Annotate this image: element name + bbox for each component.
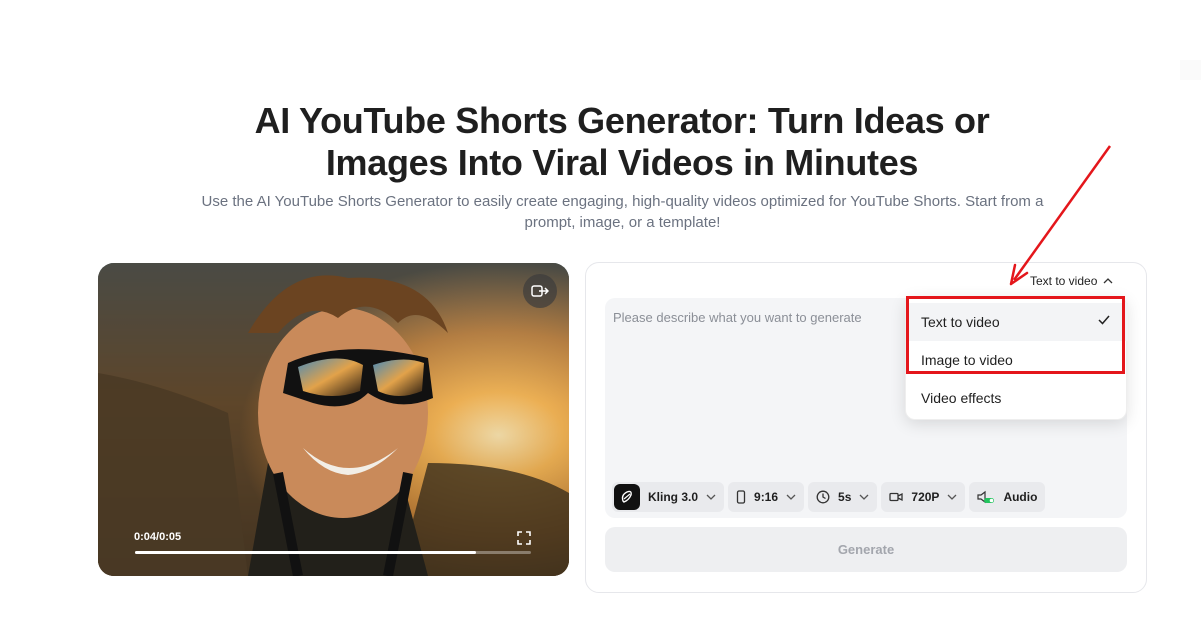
options-toolbar: Kling 3.0 9:16 5s 720P Audio bbox=[612, 482, 1046, 512]
page-title-line-2: Images Into Viral Videos in Minutes bbox=[325, 142, 919, 183]
aspect-ratio-label: 9:16 bbox=[754, 490, 779, 504]
prompt-placeholder: Please describe what you want to generat… bbox=[613, 310, 862, 325]
video-progress-fill bbox=[135, 551, 476, 554]
chevron-down-icon bbox=[786, 494, 796, 500]
video-preview[interactable]: 0:04/0:05 bbox=[98, 263, 569, 576]
edge-shadow bbox=[1180, 60, 1201, 80]
model-label: Kling 3.0 bbox=[648, 490, 699, 504]
page-subtitle: Use the AI YouTube Shorts Generator to e… bbox=[201, 193, 1044, 231]
menu-item-video-effects[interactable]: Video effects bbox=[906, 379, 1128, 417]
duration-label: 5s bbox=[838, 490, 852, 504]
resolution-label: 720P bbox=[911, 490, 940, 504]
highlight-annotation bbox=[906, 296, 1125, 374]
chevron-down-icon bbox=[947, 494, 957, 500]
mode-select-label: Text to video bbox=[1030, 274, 1098, 288]
video-frame-image bbox=[98, 263, 569, 576]
fullscreen-icon[interactable] bbox=[517, 531, 531, 545]
page-title-line-1: AI YouTube Shorts Generator: Turn Ideas … bbox=[254, 100, 990, 141]
clock-icon bbox=[816, 490, 830, 504]
model-select[interactable]: Kling 3.0 bbox=[612, 482, 725, 512]
duration-select[interactable]: 5s bbox=[808, 482, 878, 512]
video-camera-icon bbox=[889, 492, 904, 502]
kling-logo-icon bbox=[614, 484, 640, 510]
page-title: AI YouTube Shorts Generator: Turn Ideas … bbox=[0, 100, 1201, 184]
resolution-select[interactable]: 720P bbox=[881, 482, 966, 512]
video-time: 0:04/0:05 bbox=[134, 531, 182, 543]
video-progress-bar[interactable] bbox=[135, 551, 531, 554]
chevron-up-icon bbox=[1103, 278, 1113, 284]
speaker-icon bbox=[977, 490, 995, 504]
audio-toggle[interactable]: Audio bbox=[969, 482, 1046, 512]
chevron-down-icon bbox=[706, 494, 716, 500]
generate-button[interactable]: Generate bbox=[605, 527, 1127, 572]
mode-select[interactable]: Text to video bbox=[1030, 272, 1113, 290]
aspect-ratio-select[interactable]: 9:16 bbox=[728, 482, 805, 512]
audio-label: Audio bbox=[1003, 490, 1038, 504]
swap-icon[interactable] bbox=[523, 274, 557, 308]
chevron-down-icon bbox=[859, 494, 869, 500]
phone-icon bbox=[736, 490, 746, 504]
menu-item-label: Video effects bbox=[921, 390, 1002, 406]
